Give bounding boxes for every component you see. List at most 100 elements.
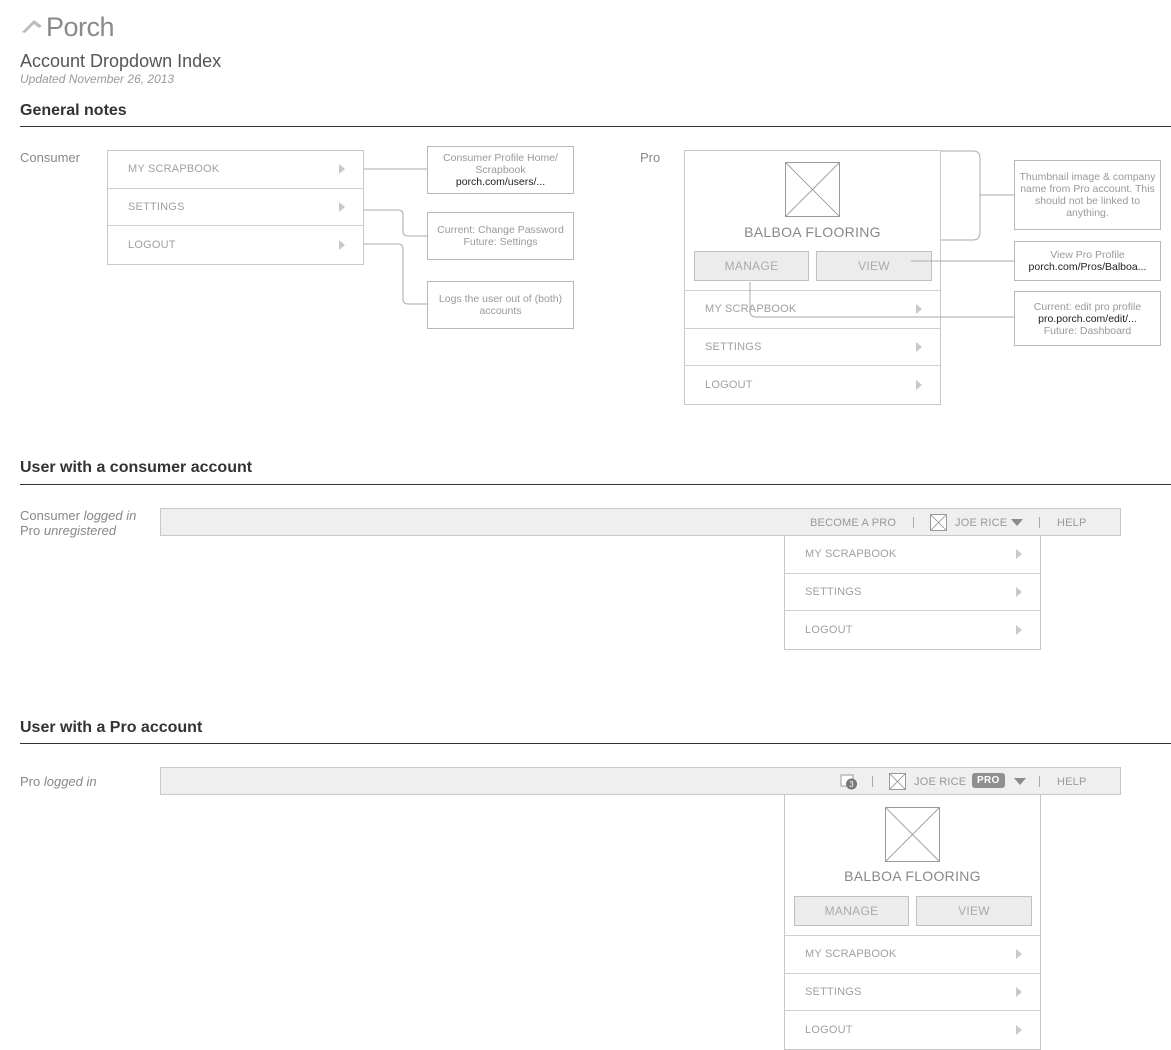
chevron-right-icon <box>1016 624 1022 635</box>
manage-button[interactable]: MANAGE <box>694 251 809 281</box>
menu-item-my-scrapbook[interactable]: MY SCRAPBOOK <box>685 291 940 329</box>
note-text: Future: Dashboard <box>1043 324 1132 337</box>
label-role: Pro <box>20 774 44 789</box>
chevron-right-icon <box>1016 1024 1022 1035</box>
pro-account-dropdown: BALBOA FLOORING MANAGE VIEW MY SCRAPBOOK… <box>784 795 1041 1050</box>
menu-item-label: MY SCRAPBOOK <box>805 548 897 561</box>
nav-divider <box>1039 776 1040 787</box>
chevron-right-icon <box>339 239 345 250</box>
view-button[interactable]: VIEW <box>816 251 932 281</box>
menu-item-settings[interactable]: SETTINGS <box>108 189 363 226</box>
help-link[interactable]: HELP <box>1057 776 1087 788</box>
note-text: Consumer Profile Home/ Scrapbook <box>443 152 558 176</box>
help-link[interactable]: HELP <box>1057 517 1087 529</box>
label-role: Consumer <box>20 508 84 523</box>
porch-roof-icon <box>22 20 42 33</box>
section-title-consumer: User with a consumer account <box>20 459 253 476</box>
note-text: Future: Settings <box>463 236 538 248</box>
chevron-right-icon <box>339 201 345 212</box>
consumer-nav-bar: BECOME A PRO JOE RICE HELP <box>160 508 1121 536</box>
pro-label: Pro <box>640 150 661 165</box>
become-a-pro-link[interactable]: BECOME A PRO <box>810 517 896 529</box>
pro-state-label: Pro logged in <box>20 774 97 789</box>
pro-nav-bar: 3 JOE RICE PRO HELP <box>160 767 1121 795</box>
avatar-icon[interactable] <box>889 773 906 790</box>
menu-item-logout[interactable]: LOGOUT <box>685 366 940 404</box>
note-scrapbook: Consumer Profile Home/ Scrapbook porch.c… <box>427 146 574 194</box>
chevron-right-icon <box>916 341 922 352</box>
pro-dropdown-menu: BALBOA FLOORING MANAGE VIEW MY SCRAPBOOK… <box>684 150 941 405</box>
menu-item-label: SETTINGS <box>705 340 762 353</box>
porch-logo: Porch <box>20 12 130 44</box>
menu-item-settings[interactable]: SETTINGS <box>785 574 1040 611</box>
section-divider <box>20 743 1171 744</box>
note-logout: Logs the user out of (both) accounts <box>427 281 574 329</box>
label-state: logged in <box>83 508 137 523</box>
logo-text: Porch <box>46 12 115 42</box>
caret-down-icon[interactable] <box>1011 519 1023 526</box>
nav-divider <box>1039 517 1040 528</box>
consumer-label: Consumer <box>20 150 80 165</box>
avatar-icon[interactable] <box>930 514 947 531</box>
chevron-right-icon <box>916 304 922 315</box>
menu-item-settings[interactable]: SETTINGS <box>685 329 940 366</box>
company-name: BALBOA FLOORING <box>844 868 981 884</box>
menu-item-logout[interactable]: LOGOUT <box>785 611 1040 649</box>
note-view-profile: View Pro Profile porch.com/Pros/Balboa..… <box>1014 241 1161 281</box>
menu-item-label: LOGOUT <box>805 623 853 636</box>
menu-item-label: LOGOUT <box>128 238 176 251</box>
note-text: View Pro Profile <box>1050 249 1125 261</box>
menu-item-settings[interactable]: SETTINGS <box>785 974 1040 1011</box>
menu-item-my-scrapbook[interactable]: MY SCRAPBOOK <box>785 536 1040 574</box>
note-url: porch.com/Pros/Balboa... <box>1028 261 1147 273</box>
thumbnail-image-icon <box>885 807 940 862</box>
company-name: BALBOA FLOORING <box>744 224 881 240</box>
menu-item-my-scrapbook[interactable]: MY SCRAPBOOK <box>785 936 1040 974</box>
menu-item-label: MY SCRAPBOOK <box>128 163 220 176</box>
nav-divider <box>872 776 873 787</box>
consumer-state-label: Consumer logged in Pro unregistered <box>20 508 136 538</box>
note-manage: Current: edit pro profile pro.porch.com/… <box>1014 291 1161 346</box>
message-count: 3 <box>849 780 854 789</box>
page-title: Account Dropdown Index <box>20 51 222 71</box>
account-menu-trigger[interactable]: JOE RICE <box>955 517 1007 529</box>
note-url: pro.porch.com/edit/... <box>1038 312 1137 325</box>
view-button[interactable]: VIEW <box>916 896 1032 926</box>
section-divider <box>20 126 1171 127</box>
section-title-pro: User with a Pro account <box>20 719 203 736</box>
note-thumbnail: Thumbnail image & company name from Pro … <box>1014 160 1161 230</box>
label-role: Pro <box>20 523 44 538</box>
note-text: Thumbnail image & company name from Pro … <box>1019 171 1156 219</box>
nav-divider <box>913 517 914 528</box>
manage-button[interactable]: MANAGE <box>794 896 909 926</box>
note-settings: Current: Change Password Future: Setting… <box>427 212 574 260</box>
label-state: logged in <box>43 774 97 789</box>
pro-card-header: BALBOA FLOORING MANAGE VIEW <box>685 151 940 291</box>
chevron-right-icon <box>1016 986 1022 997</box>
menu-item-logout[interactable]: LOGOUT <box>785 1011 1040 1049</box>
menu-item-label: MY SCRAPBOOK <box>705 303 797 316</box>
note-text: Current: edit pro profile <box>1033 300 1142 313</box>
chevron-right-icon <box>1016 586 1022 597</box>
note-text: Current: Change Password <box>437 224 564 236</box>
chevron-right-icon <box>1016 949 1022 960</box>
section-divider <box>20 484 1171 485</box>
note-url: porch.com/users/... <box>455 176 546 188</box>
menu-item-label: SETTINGS <box>128 200 185 213</box>
menu-item-logout[interactable]: LOGOUT <box>108 226 363 264</box>
menu-item-label: SETTINGS <box>805 985 862 998</box>
menu-item-my-scrapbook[interactable]: MY SCRAPBOOK <box>108 151 363 189</box>
caret-down-icon[interactable] <box>1014 778 1026 785</box>
messages-icon[interactable]: 3 <box>840 773 857 790</box>
pro-badge: PRO <box>972 773 1005 788</box>
section-title-general: General notes <box>20 102 127 119</box>
menu-item-label: LOGOUT <box>705 378 753 391</box>
chevron-right-icon <box>339 164 345 175</box>
account-menu-trigger[interactable]: JOE RICE <box>914 776 966 788</box>
pro-card-header: BALBOA FLOORING MANAGE VIEW <box>785 795 1040 936</box>
consumer-dropdown-menu: MY SCRAPBOOK SETTINGS LOGOUT <box>107 150 364 265</box>
thumbnail-image-icon <box>785 162 840 217</box>
chevron-right-icon <box>1016 549 1022 560</box>
menu-item-label: SETTINGS <box>805 585 862 598</box>
chevron-right-icon <box>916 379 922 390</box>
